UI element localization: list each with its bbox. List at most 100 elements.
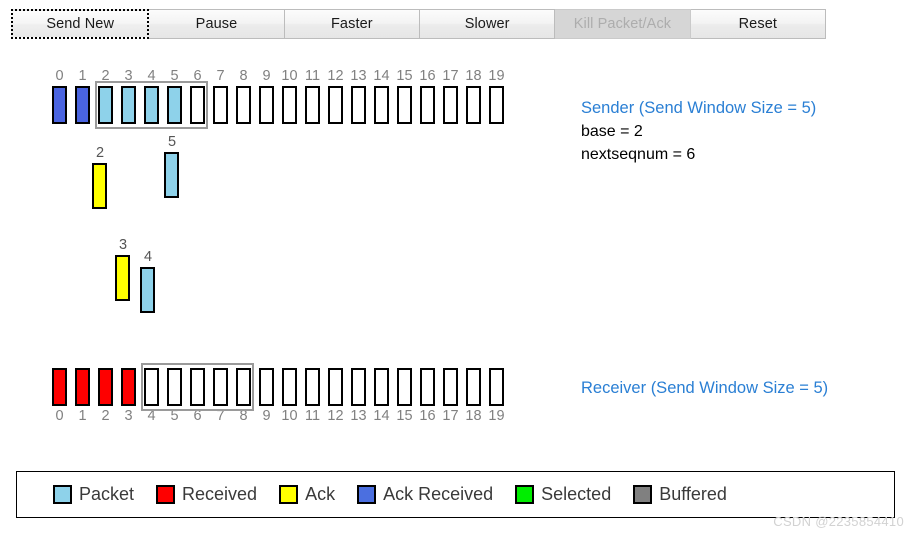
slot-cell[interactable]: 4 xyxy=(140,69,163,124)
slot-cell[interactable]: 6 xyxy=(186,368,209,424)
packet-slot[interactable] xyxy=(282,86,297,124)
slot-cell[interactable]: 6 xyxy=(186,69,209,124)
slot-cell[interactable]: 11 xyxy=(301,368,324,424)
slot-cell[interactable]: 5 xyxy=(163,368,186,424)
slot-cell[interactable]: 16 xyxy=(416,368,439,424)
slot-cell[interactable]: 18 xyxy=(462,69,485,124)
slot-cell[interactable]: 19 xyxy=(485,368,508,424)
slot-number-label: 14 xyxy=(373,68,390,84)
packet-slot[interactable] xyxy=(98,368,113,406)
packet-slot[interactable] xyxy=(420,86,435,124)
slot-cell[interactable]: 19 xyxy=(485,69,508,124)
slot-cell[interactable]: 11 xyxy=(301,69,324,124)
slot-cell[interactable]: 5 xyxy=(163,69,186,124)
slot-cell[interactable]: 10 xyxy=(278,69,301,124)
slot-cell[interactable]: 7 xyxy=(209,368,232,424)
slot-cell[interactable]: 1 xyxy=(71,368,94,424)
toolbar-button-reset[interactable]: Reset xyxy=(690,9,826,39)
transit-packet[interactable]: 2 xyxy=(92,145,107,209)
slot-cell[interactable]: 13 xyxy=(347,69,370,124)
legend-swatch xyxy=(53,485,72,504)
toolbar-button-send-new[interactable]: Send New xyxy=(11,9,150,39)
packet-slot[interactable] xyxy=(167,368,182,406)
packet-slot[interactable] xyxy=(351,86,366,124)
slot-cell[interactable]: 15 xyxy=(393,368,416,424)
slot-number-label: 17 xyxy=(442,408,459,424)
transit-packet[interactable]: 3 xyxy=(115,237,130,301)
toolbar-button-faster[interactable]: Faster xyxy=(284,9,420,39)
slot-cell[interactable]: 9 xyxy=(255,69,278,124)
packet-slot[interactable] xyxy=(121,86,136,124)
slot-cell[interactable]: 17 xyxy=(439,368,462,424)
transit-packet-box[interactable] xyxy=(92,163,107,209)
transit-packet[interactable]: 5 xyxy=(164,134,179,198)
transit-packet-box[interactable] xyxy=(115,255,130,301)
toolbar-button-slower[interactable]: Slower xyxy=(419,9,556,39)
packet-slot[interactable] xyxy=(52,368,67,406)
packet-slot[interactable] xyxy=(466,86,481,124)
packet-slot[interactable] xyxy=(374,368,389,406)
slot-cell[interactable]: 2 xyxy=(94,69,117,124)
packet-slot[interactable] xyxy=(121,368,136,406)
packet-slot[interactable] xyxy=(466,368,481,406)
packet-slot[interactable] xyxy=(259,86,274,124)
packet-slot[interactable] xyxy=(190,86,205,124)
packet-slot[interactable] xyxy=(75,86,90,124)
packet-slot[interactable] xyxy=(489,86,504,124)
slot-cell[interactable]: 8 xyxy=(232,368,255,424)
packet-slot[interactable] xyxy=(420,368,435,406)
packet-slot[interactable] xyxy=(167,86,182,124)
slot-cell[interactable]: 18 xyxy=(462,368,485,424)
slot-cell[interactable]: 3 xyxy=(117,368,140,424)
slot-cell[interactable]: 15 xyxy=(393,69,416,124)
slot-cell[interactable]: 4 xyxy=(140,368,163,424)
slot-cell[interactable]: 14 xyxy=(370,69,393,124)
packet-slot[interactable] xyxy=(75,368,90,406)
slot-cell[interactable]: 0 xyxy=(48,368,71,424)
packet-slot[interactable] xyxy=(397,86,412,124)
packet-slot[interactable] xyxy=(236,368,251,406)
packet-slot[interactable] xyxy=(305,86,320,124)
slot-cell[interactable]: 1 xyxy=(71,69,94,124)
packet-slot[interactable] xyxy=(144,368,159,406)
packet-slot[interactable] xyxy=(328,368,343,406)
slot-cell[interactable]: 2 xyxy=(94,368,117,424)
packet-slot[interactable] xyxy=(351,368,366,406)
packet-slot[interactable] xyxy=(213,86,228,124)
packet-slot[interactable] xyxy=(213,368,228,406)
slot-cell[interactable]: 0 xyxy=(48,69,71,124)
slot-cell[interactable]: 17 xyxy=(439,69,462,124)
packet-slot[interactable] xyxy=(374,86,389,124)
toolbar-button-pause[interactable]: Pause xyxy=(149,9,285,39)
packet-slot[interactable] xyxy=(397,368,412,406)
slot-cell[interactable]: 8 xyxy=(232,69,255,124)
packet-slot[interactable] xyxy=(282,368,297,406)
packet-slot[interactable] xyxy=(443,368,458,406)
slot-cell[interactable]: 13 xyxy=(347,368,370,424)
transit-packet-box[interactable] xyxy=(164,152,179,198)
packet-slot[interactable] xyxy=(443,86,458,124)
slot-cell[interactable]: 9 xyxy=(255,368,278,424)
slot-cell[interactable]: 7 xyxy=(209,69,232,124)
sender-sequence-row[interactable]: 0 1 2 3 4 5 6 7 8 9 10 11 12 13 14 15 16 17 18 19 xyxy=(48,69,508,129)
transit-packet-box[interactable] xyxy=(140,267,155,313)
receiver-sequence-row[interactable]: 0 1 2 3 4 5 6 7 8 9 10 11 12 13 14 15 16 17 18 19 xyxy=(48,363,508,424)
slot-cell[interactable]: 16 xyxy=(416,69,439,124)
slot-cell[interactable]: 3 xyxy=(117,69,140,124)
packet-slot[interactable] xyxy=(98,86,113,124)
packet-slot[interactable] xyxy=(328,86,343,124)
packet-slot[interactable] xyxy=(190,368,205,406)
packet-slot[interactable] xyxy=(305,368,320,406)
packet-slot[interactable] xyxy=(52,86,67,124)
packet-slot[interactable] xyxy=(259,368,274,406)
slot-cell[interactable]: 12 xyxy=(324,69,347,124)
slot-cell[interactable]: 12 xyxy=(324,368,347,424)
packet-slot[interactable] xyxy=(144,86,159,124)
slot-number-label: 9 xyxy=(262,408,271,424)
packet-slot[interactable] xyxy=(489,368,504,406)
slot-number-label: 6 xyxy=(193,408,202,424)
transit-packet[interactable]: 4 xyxy=(140,249,155,313)
packet-slot[interactable] xyxy=(236,86,251,124)
slot-cell[interactable]: 10 xyxy=(278,368,301,424)
slot-cell[interactable]: 14 xyxy=(370,368,393,424)
